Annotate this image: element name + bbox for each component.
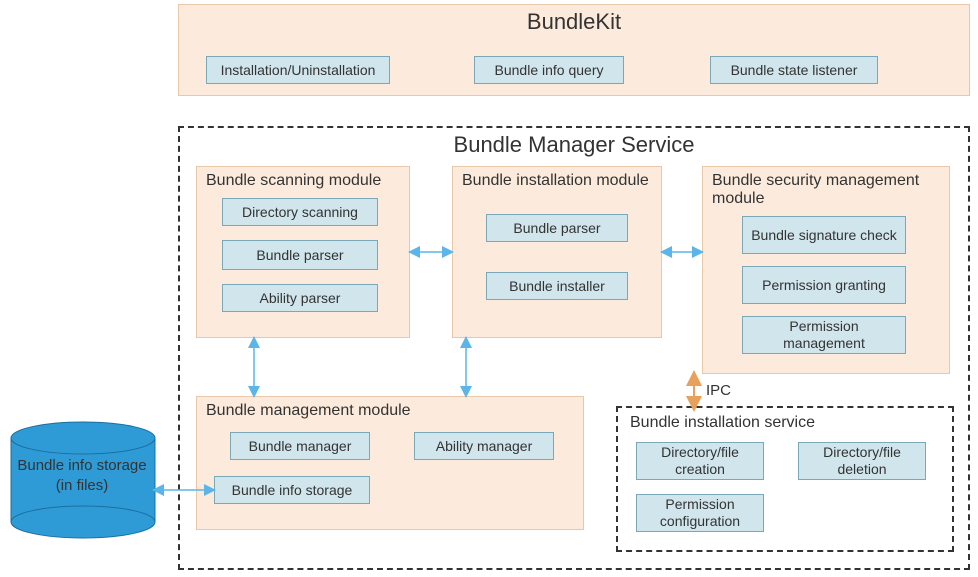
install-service-title: Bundle installation service [630, 414, 815, 432]
service-title: Bundle Manager Service [178, 132, 970, 158]
bundlekit-item-install: Installation/Uninstallation [206, 56, 390, 84]
installation-title: Bundle installation module [462, 172, 649, 190]
bundlekit-item-listener: Bundle state listener [710, 56, 878, 84]
installation-item-parser: Bundle parser [486, 214, 628, 242]
management-title: Bundle management module [206, 402, 411, 420]
security-item-manage: Permission management [742, 316, 906, 354]
security-item-sig: Bundle signature check [742, 216, 906, 254]
scanning-item-parser: Bundle parser [222, 240, 378, 270]
scanning-item-dir: Directory scanning [222, 198, 378, 226]
management-item-bundlemgr: Bundle manager [230, 432, 370, 460]
security-title: Bundle security management module [712, 172, 942, 208]
security-item-grant: Permission granting [742, 266, 906, 304]
management-item-abilitymgr: Ability manager [414, 432, 554, 460]
install-service-item-perm: Permission configuration [636, 494, 764, 532]
ipc-label: IPC [706, 382, 731, 399]
scanning-item-ability: Ability parser [222, 284, 378, 312]
install-service-item-create: Directory/file creation [636, 442, 764, 480]
security-title-text: Bundle security management module [712, 172, 919, 207]
install-service-item-delete: Directory/file deletion [798, 442, 926, 480]
bundlekit-item-query: Bundle info query [474, 56, 624, 84]
management-item-storage: Bundle info storage [214, 476, 370, 504]
scanning-title: Bundle scanning module [206, 172, 381, 190]
installation-item-installer: Bundle installer [486, 272, 628, 300]
bundlekit-title: BundleKit [179, 5, 969, 35]
storage-label: Bundle info storage (in files) [12, 456, 152, 495]
installation-module [452, 166, 662, 338]
